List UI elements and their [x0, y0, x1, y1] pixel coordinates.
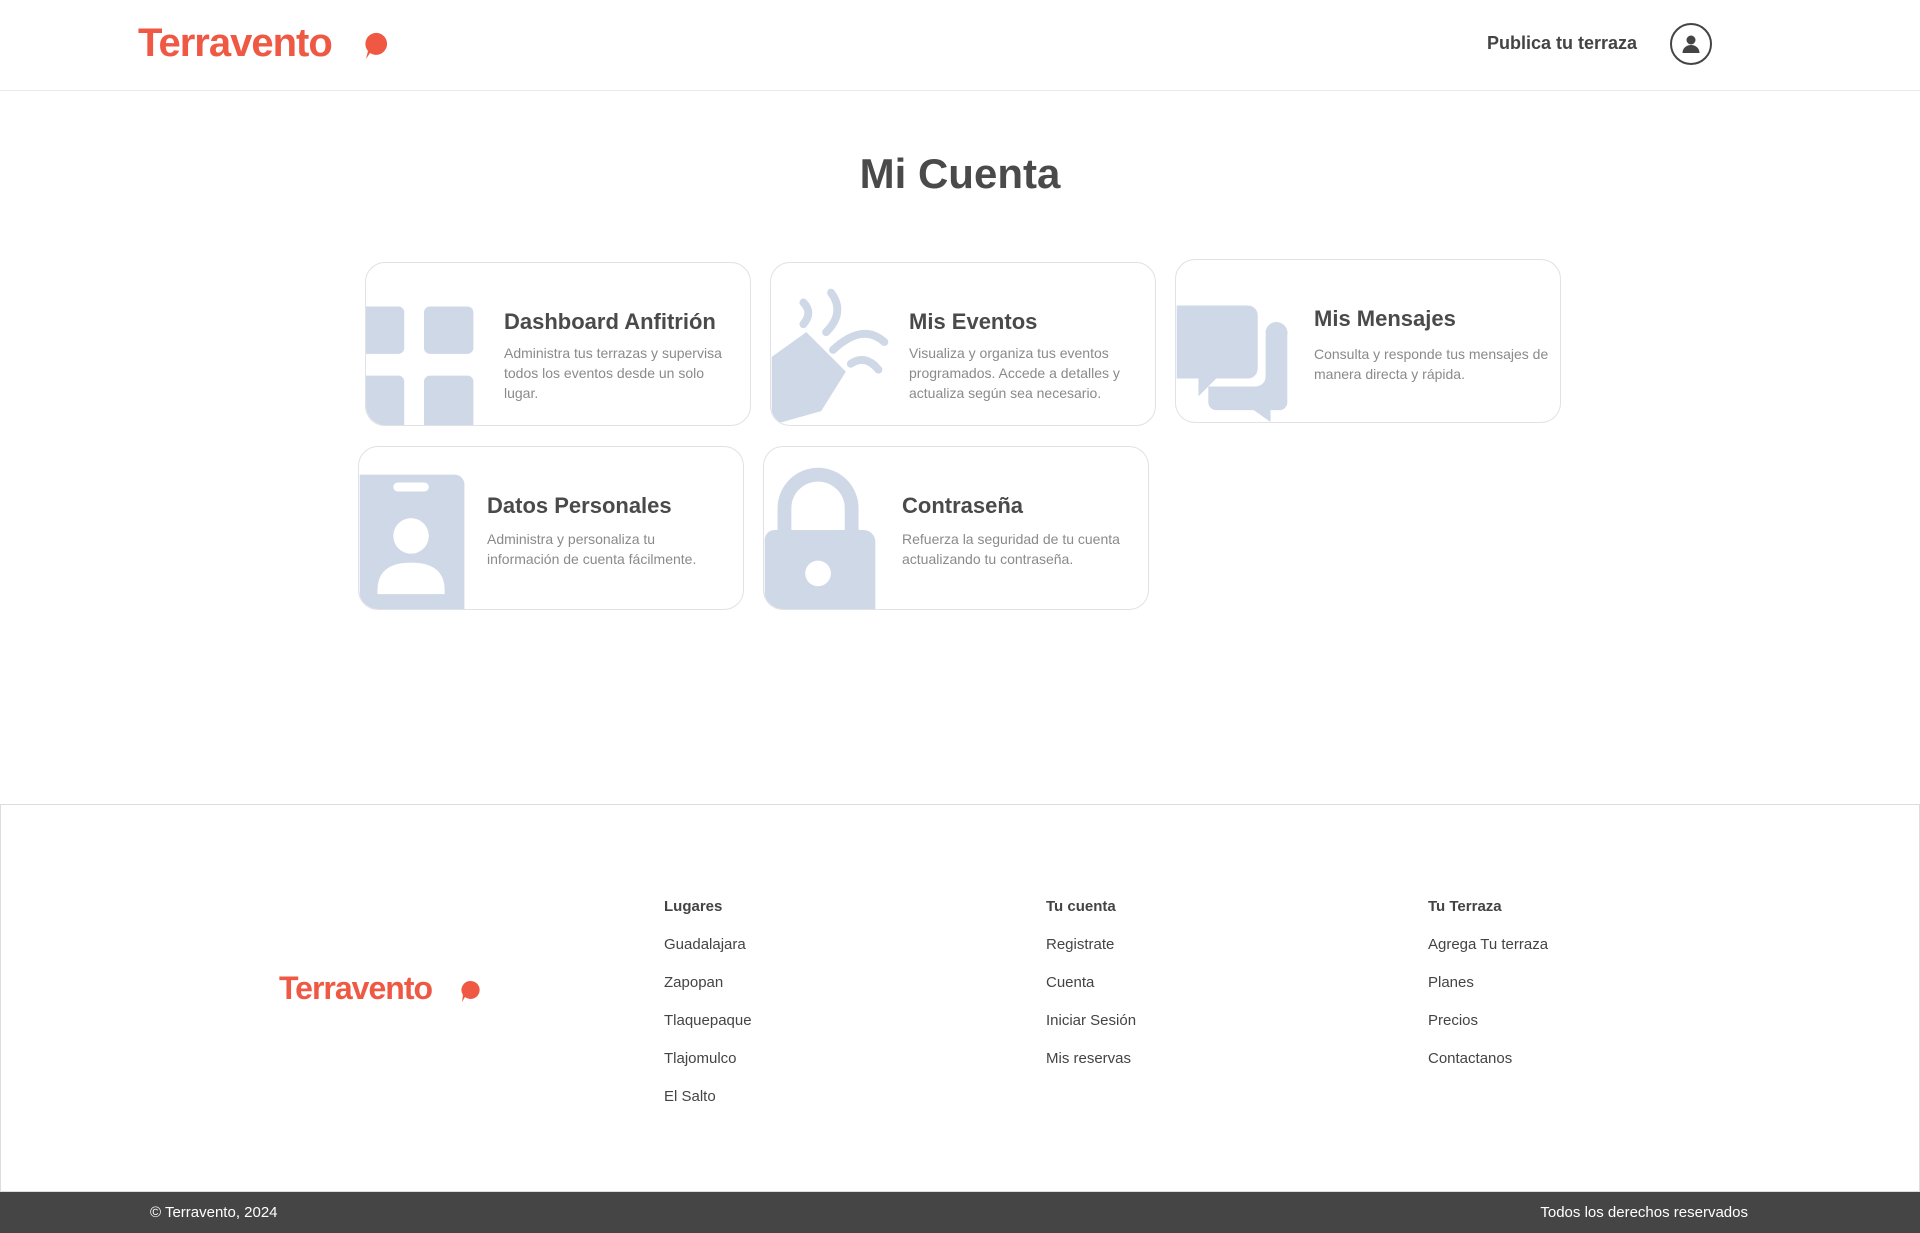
card-description: Visualiza y organiza tus eventos program…	[909, 345, 1120, 401]
footer-column-tu-terraza: Tu Terraza Agrega Tu terraza Planes Prec…	[1428, 897, 1548, 1087]
card-title: Contraseña	[902, 493, 1024, 518]
card-description: Refuerza la seguridad de tu cuenta actua…	[902, 531, 1120, 567]
chat-bubbles-icon	[1176, 305, 1288, 422]
card-contrasena[interactable]: Contraseña Refuerza la seguridad de tu c…	[763, 446, 1149, 610]
footer-link[interactable]: Registrate	[1046, 935, 1136, 973]
page-title: Mi Cuenta	[859, 150, 1061, 197]
footer-link[interactable]: Tlaquepaque	[664, 1011, 752, 1049]
footer-link[interactable]: Guadalajara	[664, 935, 752, 973]
footer-heading: Lugares	[664, 898, 723, 915]
account-button[interactable]	[1670, 23, 1712, 65]
card-dashboard-anfitrion[interactable]: Dashboard Anfitrión Administra tus terra…	[365, 262, 751, 426]
site-footer: Terravento Lugares Guadalajara Zapopan T…	[0, 804, 1920, 1192]
footer-heading: Tu Terraza	[1428, 898, 1502, 915]
footer-link[interactable]: Mis reservas	[1046, 1049, 1136, 1087]
card-mis-mensajes[interactable]: Mis Mensajes Consulta y responde tus men…	[1175, 259, 1561, 423]
footer-link[interactable]: Iniciar Sesión	[1046, 1011, 1136, 1049]
footer-link[interactable]: El Salto	[664, 1087, 752, 1125]
footer-column-tu-cuenta: Tu cuenta Registrate Cuenta Iniciar Sesi…	[1046, 897, 1136, 1087]
lock-icon	[764, 467, 876, 609]
copyright-bar: © Terravento, 2024 Todos los derechos re…	[0, 1192, 1920, 1233]
footer-column-lugares: Lugares Guadalajara Zapopan Tlaquepaque …	[664, 897, 752, 1125]
footer-link[interactable]: Tlajomulco	[664, 1049, 752, 1087]
footer-link[interactable]: Contactanos	[1428, 1049, 1548, 1087]
card-title: Datos Personales	[487, 493, 672, 518]
footer-link[interactable]: Cuenta	[1046, 973, 1136, 1011]
footer-link[interactable]: Agrega Tu terraza	[1428, 935, 1548, 973]
copyright-text: © Terravento, 2024	[150, 1204, 278, 1221]
footer-link[interactable]: Planes	[1428, 973, 1548, 1011]
card-description: Consulta y responde tus mensajes de mane…	[1314, 346, 1549, 382]
svg-text:Terravento: Terravento	[138, 22, 332, 62]
card-description: Administra y personaliza tu información …	[487, 531, 697, 567]
id-badge-icon	[359, 474, 465, 609]
card-title: Mis Mensajes	[1314, 306, 1456, 331]
footer-link[interactable]: Zapopan	[664, 973, 752, 1011]
footer-terravento-logo[interactable]: Terravento	[279, 970, 481, 1006]
footer-heading: Tu cuenta	[1046, 898, 1116, 915]
card-description: Administra tus terrazas y supervisa todo…	[504, 345, 722, 401]
card-datos-personales[interactable]: Datos Personales Administra y personaliz…	[358, 446, 744, 610]
site-header: Terravento Publica tu terraza	[0, 0, 1920, 91]
card-title: Mis Eventos	[909, 309, 1038, 334]
rights-text: Todos los derechos reservados	[1540, 1204, 1748, 1221]
user-circle-icon	[1682, 35, 1700, 53]
publish-terrace-link[interactable]: Publica tu terraza	[1487, 33, 1637, 54]
card-title: Dashboard Anfitrión	[504, 309, 716, 334]
svg-text:Terravento: Terravento	[279, 972, 432, 1004]
grid-icon	[366, 306, 474, 425]
card-mis-eventos[interactable]: Mis Eventos Visualiza y organiza tus eve…	[770, 262, 1156, 426]
party-popper-icon	[771, 288, 889, 425]
footer-link[interactable]: Precios	[1428, 1011, 1548, 1049]
terravento-logo[interactable]: Terravento	[138, 21, 392, 65]
